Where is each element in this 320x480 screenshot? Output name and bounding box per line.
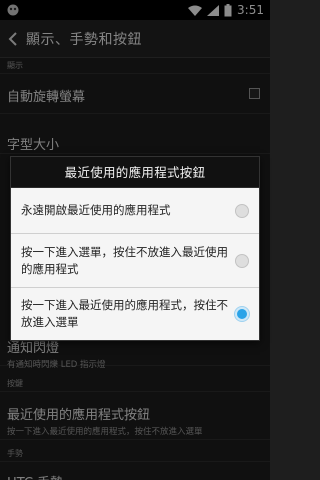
dialog-option-3-label: 按一下進入最近使用的應用程式，按住不放進入選單	[21, 298, 228, 329]
dialog-option-2-label: 按一下進入選單，按住不放進入最近使用的應用程式	[21, 244, 228, 276]
dialog-option-3[interactable]: 按一下進入最近使用的應用程式，按住不放進入選單	[11, 288, 259, 340]
dialog-option-3-radio-selected[interactable]	[235, 307, 249, 321]
dialog-option-1-label: 永遠開啟最近使用的應用程式	[21, 203, 171, 217]
dialog-option-1-radio[interactable]	[235, 203, 249, 218]
dialog-option-2[interactable]: 按一下進入選單，按住不放進入最近使用的應用程式	[11, 234, 259, 288]
dialog-option-2-radio[interactable]	[235, 253, 249, 268]
recent-apps-dialog: 最近使用的應用程式按鈕 永遠開啟最近使用的應用程式 按一下進入選單，按住不放進入…	[10, 156, 260, 341]
dialog-option-1[interactable]: 永遠開啟最近使用的應用程式	[11, 188, 259, 234]
dialog-title: 最近使用的應用程式按鈕	[11, 157, 259, 188]
